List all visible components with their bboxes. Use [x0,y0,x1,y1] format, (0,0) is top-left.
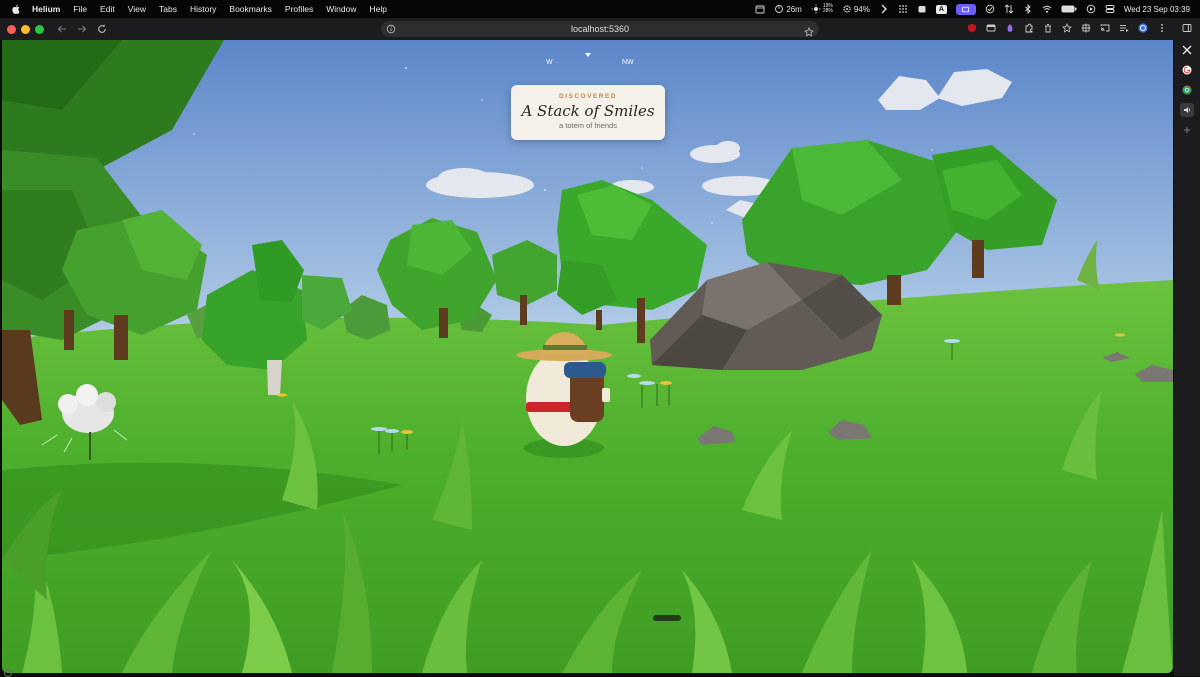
close-window-button[interactable] [7,24,16,34]
record-icon[interactable] [1086,4,1096,14]
browser-toolbar: localhost:5360 [0,18,1200,40]
more-vertical-icon[interactable] [1156,22,1167,33]
game-viewport[interactable]: W NW DISCOVERED A Stack of Smiles a tote… [2,40,1173,673]
menu-window[interactable]: Window [326,4,356,14]
menu-view[interactable]: View [128,4,146,14]
checklist-icon[interactable] [985,4,995,14]
temp-bottom: 28% [822,8,833,14]
extensions-row [966,22,1192,33]
profile-avatar-icon[interactable] [1137,22,1148,33]
wifi-icon[interactable] [1042,4,1052,14]
chevron-right-icon[interactable] [879,4,889,14]
timer-icon [774,4,784,14]
hud-indicator-bar [653,615,681,621]
audio-tab-icon[interactable] [1180,103,1194,117]
minimize-window-button[interactable] [21,24,30,34]
google-icon[interactable] [1180,63,1194,77]
sun-icon [811,4,821,14]
menu-tabs[interactable]: Tabs [159,4,177,14]
chrome-icon[interactable] [1180,83,1194,97]
discovery-subtitle: a totem of friends [559,121,617,130]
window-extension-icon[interactable] [985,22,996,33]
cast-icon[interactable] [1099,22,1110,33]
battery-percent[interactable]: 94% [854,5,870,14]
menu-edit[interactable]: Edit [100,4,115,14]
menu-help[interactable]: Help [370,4,387,14]
window-controls [7,24,44,34]
forward-arrow-icon[interactable] [76,23,88,35]
purple-extension-icon[interactable] [1004,22,1015,33]
crosshair-icon[interactable] [1080,22,1091,33]
browser-side-panel [1174,40,1200,676]
address-bar[interactable]: localhost:5360 [381,21,819,37]
active-app-badge[interactable] [955,3,976,15]
temperature-readout[interactable]: 19% 28% [823,4,833,14]
discovery-kicker: DISCOVERED [559,93,617,100]
menu-app-name[interactable]: Helium [32,4,60,14]
reload-icon[interactable] [96,23,108,35]
calendar-icon[interactable] [755,4,765,14]
zoom-window-button[interactable] [35,24,44,34]
apple-icon[interactable] [12,4,22,14]
clock-datetime[interactable]: Wed 23 Sep 03:39 [1124,5,1190,14]
menu-file[interactable]: File [73,4,87,14]
battery-icon[interactable] [1061,4,1077,14]
puzzle-piece-icon[interactable] [1023,22,1034,33]
grid-dots-icon[interactable] [898,4,908,14]
network-arrows-icon[interactable] [1004,4,1014,14]
gear-icon [842,4,852,14]
discovery-title: A Stack of Smiles [521,102,655,120]
menu-bookmarks[interactable]: Bookmarks [229,4,272,14]
url-text[interactable]: localhost:5360 [381,24,819,34]
macos-menubar: Helium File Edit View Tabs History Bookm… [0,0,1200,18]
menubar-status-area: 26m 19% 28% 94% A Wed 23 Sep 03:39 [755,0,1190,18]
ublock-icon[interactable] [966,22,977,33]
puzzle-icon[interactable] [917,4,927,14]
discovery-toast: DISCOVERED A Stack of Smiles a totem of … [511,85,665,140]
timer-value[interactable]: 26m [786,5,802,14]
playlist-icon[interactable] [1118,22,1129,33]
control-center-icon[interactable] [1105,4,1115,14]
add-tab-icon[interactable] [1180,123,1194,137]
bookmark-star-icon[interactable] [804,24,814,37]
input-source-badge[interactable]: A [935,4,947,14]
trash-icon[interactable] [1042,22,1053,33]
x-twitter-icon[interactable] [1180,43,1194,57]
back-arrow-icon[interactable] [56,23,68,35]
sidebar-toggle-icon[interactable] [1181,22,1192,33]
bluetooth-icon[interactable] [1023,4,1033,14]
star-outline-icon[interactable] [1061,22,1072,33]
menu-history[interactable]: History [190,4,216,14]
menu-profiles[interactable]: Profiles [285,4,313,14]
navigation-buttons [56,23,108,35]
